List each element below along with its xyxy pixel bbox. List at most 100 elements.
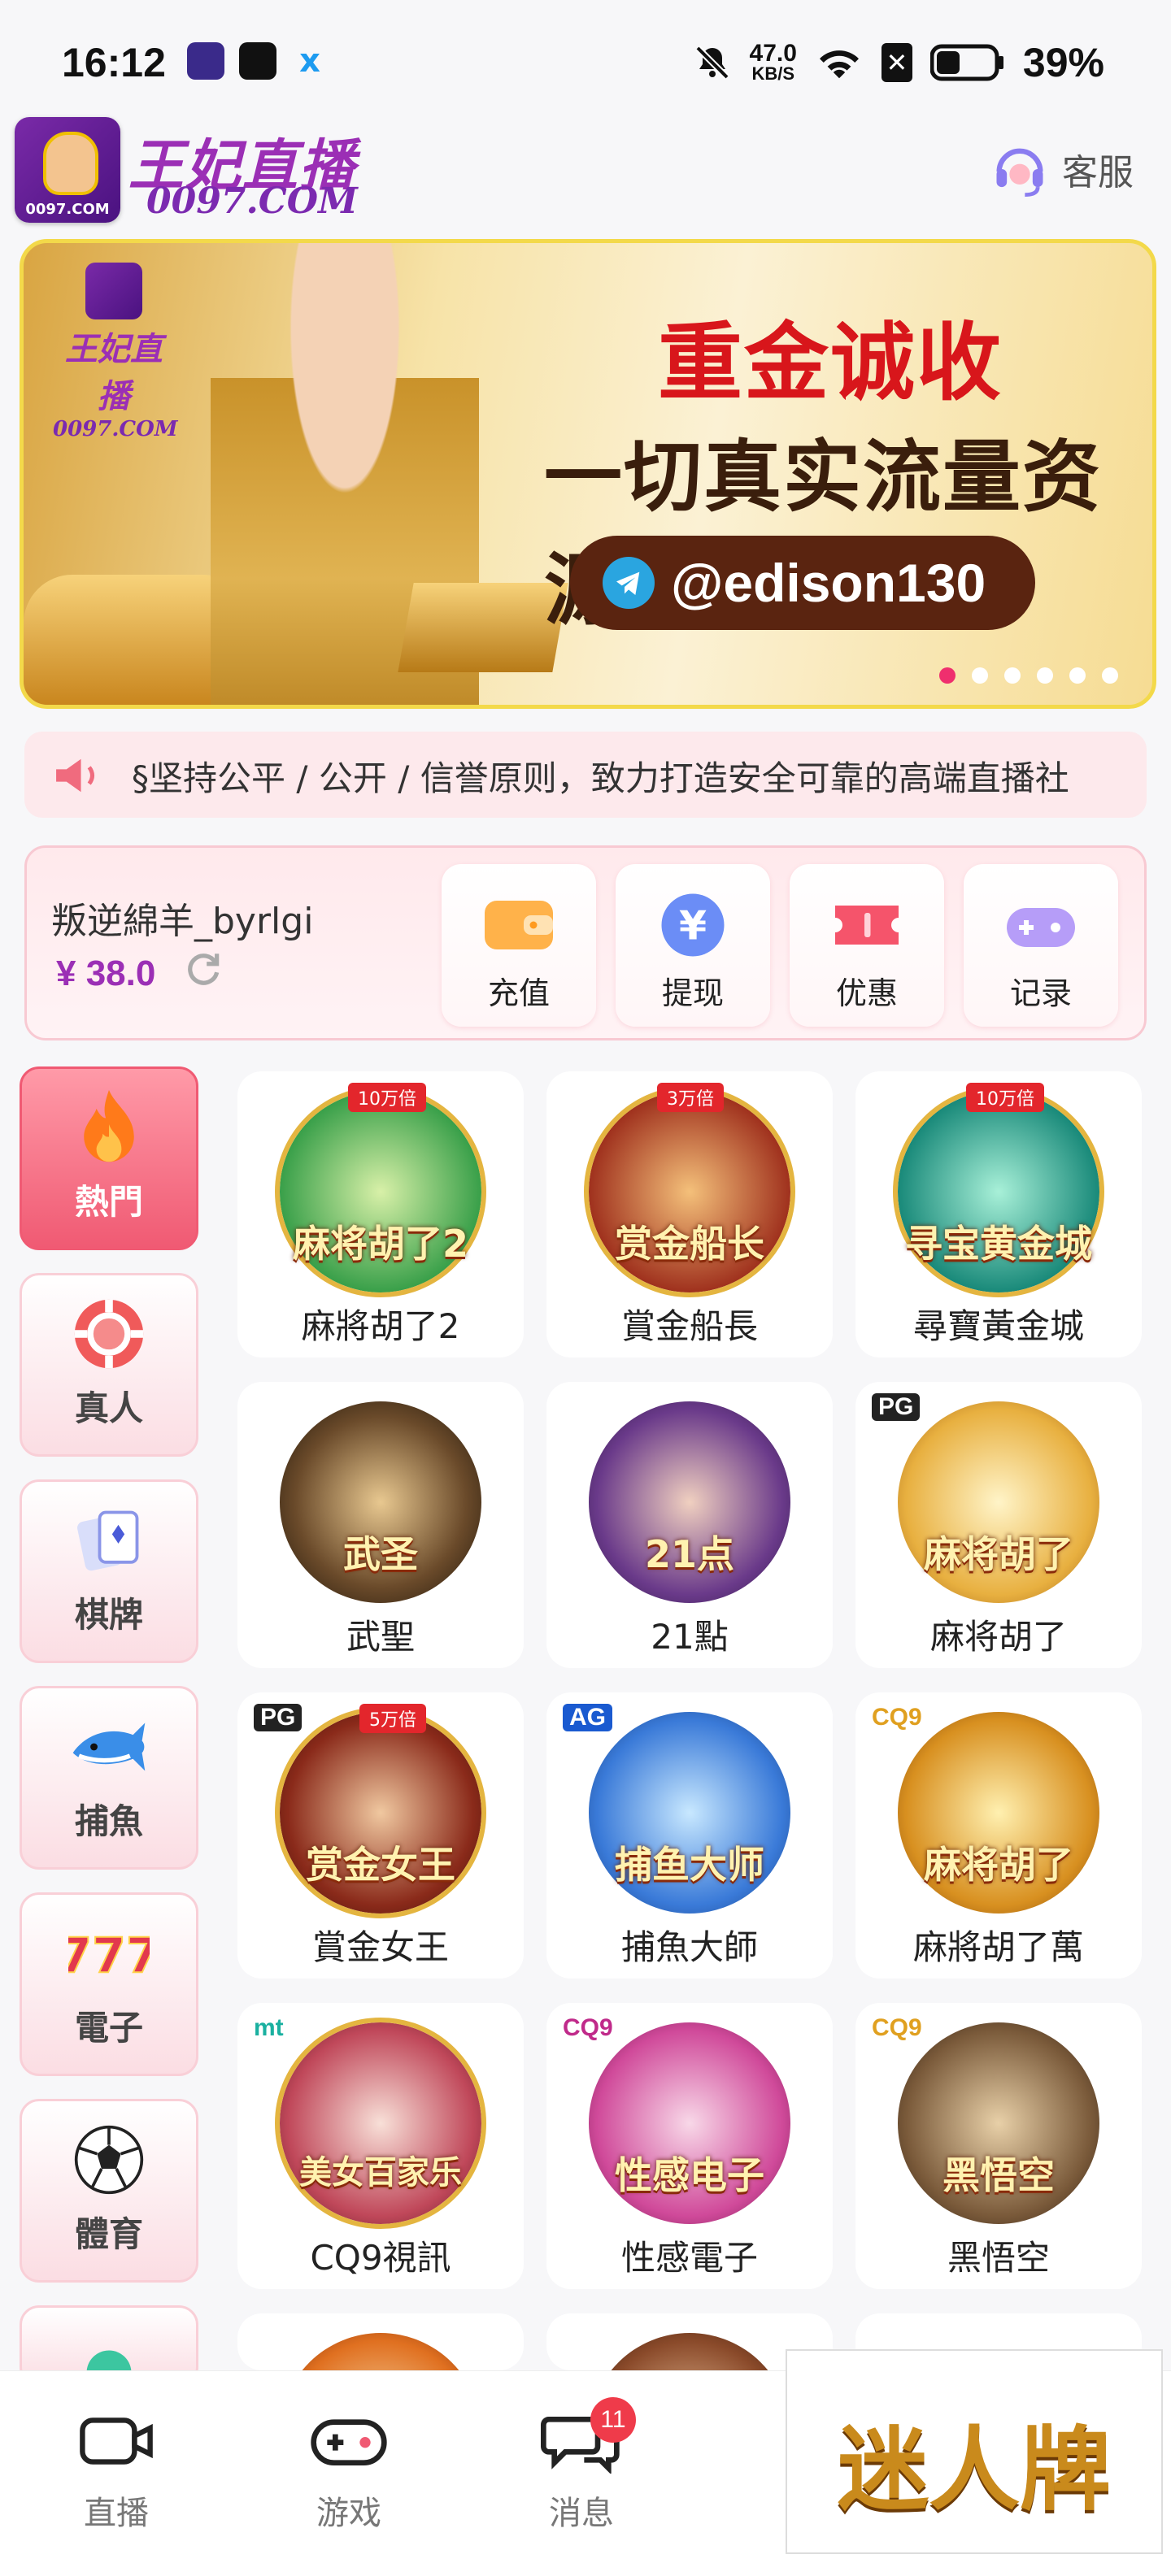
- game-art-title: 赏金船长: [615, 1222, 764, 1266]
- yen-coin-icon: ¥: [661, 893, 725, 957]
- records-button[interactable]: 记录: [964, 864, 1118, 1027]
- game-tile[interactable]: CQ9 麻将胡了 麻將胡了萬: [855, 1692, 1142, 1979]
- multiplier-badge: 3万倍: [657, 1083, 724, 1112]
- account-card: 叛逆綿羊_byrlgi ¥ 38.0 充值 ¥ 提现 优惠 记录: [24, 845, 1147, 1040]
- svg-text:777: 777: [68, 1927, 150, 1982]
- game-tile[interactable]: PG 麻将胡了 麻将胡了: [855, 1382, 1142, 1668]
- network-speed: 47.0 KB/S: [749, 40, 797, 84]
- carousel-dot[interactable]: [939, 667, 956, 684]
- carousel-dot[interactable]: [1069, 667, 1086, 684]
- recharge-label: 充值: [487, 975, 550, 1011]
- category-label: 體育: [74, 2214, 143, 2254]
- app-notification-icon: [187, 42, 224, 80]
- game-art-title: 性感电子: [615, 2153, 764, 2197]
- app-header: 0097.COM 王妃直播 0097.COM 客服: [0, 114, 1171, 228]
- provider-tag: PG: [872, 1393, 921, 1421]
- promo-overlay[interactable]: 迷人牌: [786, 2349, 1163, 2554]
- x-app-icon: x: [299, 42, 320, 80]
- nav-games[interactable]: 游戏: [288, 2409, 410, 2534]
- promo-overlay-text: 迷人牌: [838, 2417, 1111, 2523]
- nav-messages[interactable]: 11 消息: [520, 2397, 642, 2534]
- game-art-title: 麻将胡了: [924, 1843, 1073, 1887]
- announcement-marquee[interactable]: §坚持公平 / 公开 / 信誉原则，致力打造安全可靠的高端直播社: [24, 732, 1147, 818]
- promotions-button[interactable]: 优惠: [790, 864, 944, 1027]
- category-label: 棋牌: [74, 1595, 143, 1635]
- status-bar: 16:12 x 47.0 KB/S ✕ 39%: [0, 0, 1171, 114]
- gamepad-icon: [1007, 908, 1075, 947]
- recharge-button[interactable]: 充值: [442, 864, 596, 1027]
- game-tile[interactable]: 3万倍 赏金船长 賞金船長: [546, 1071, 833, 1358]
- refresh-icon[interactable]: [183, 949, 224, 989]
- provider-tag: CQ9: [872, 2014, 922, 2041]
- provider-tag: AG: [563, 1704, 612, 1731]
- category-slots[interactable]: 777 電子: [20, 1892, 198, 2076]
- category-live[interactable]: 真人: [20, 1273, 198, 1457]
- provider-tag: mt: [254, 2014, 284, 2041]
- gold-bars-image: [398, 583, 568, 672]
- game-art-title: 麻将胡了: [924, 1532, 1073, 1576]
- carousel-dot[interactable]: [1102, 667, 1118, 684]
- game-tile[interactable]: AG 捕鱼大师 捕魚大師: [546, 1692, 833, 1979]
- brand-logo-icon[interactable]: 0097.COM: [15, 117, 120, 223]
- provider-tag: CQ9: [563, 2014, 613, 2041]
- telegram-icon: [603, 557, 655, 609]
- game-tile[interactable]: CQ9 黑悟空 黑悟空: [855, 2003, 1142, 2289]
- game-tile[interactable]: mt 美女百家乐 CQ9視訊: [237, 2003, 524, 2289]
- banner-logo-icon: [85, 263, 142, 319]
- game-art-title: 麻将胡了2: [292, 1222, 468, 1266]
- nav-label: 消息: [549, 2495, 614, 2532]
- game-art-title: 21点: [644, 1532, 734, 1576]
- customer-service-button[interactable]: 客服: [989, 138, 1134, 200]
- nav-label: 游戏: [316, 2495, 381, 2532]
- carousel-dot[interactable]: [1004, 667, 1021, 684]
- telegram-contact[interactable]: @edison130: [570, 536, 1035, 630]
- nav-live[interactable]: 直播: [55, 2409, 177, 2534]
- category-fishing[interactable]: 捕魚: [20, 1686, 198, 1870]
- game-name: 賞金女王: [311, 1927, 449, 1967]
- game-name: 尋寶黃金城: [912, 1306, 1084, 1346]
- game-tile[interactable]: 武圣 武聖: [237, 1382, 524, 1668]
- game-tile[interactable]: [237, 2313, 524, 2370]
- camera-icon: [80, 2417, 153, 2465]
- soccer-ball-icon: [74, 2125, 144, 2195]
- close-notification-icon: ✕: [881, 43, 912, 82]
- carousel-dots[interactable]: [939, 667, 1118, 684]
- headset-icon: [996, 148, 1043, 198]
- game-name: 捕魚大師: [620, 1927, 758, 1967]
- category-label: 熱門: [74, 1182, 143, 1222]
- game-name: 麻將胡了萬: [912, 1927, 1084, 1967]
- category-label: 真人: [74, 1388, 143, 1428]
- game-name: 黑悟空: [947, 2238, 1050, 2278]
- game-tile[interactable]: PG 5万倍 赏金女王 賞金女王: [237, 1692, 524, 1979]
- wallet-icon: [485, 901, 553, 949]
- playing-cards-icon: [77, 1510, 139, 1571]
- category-sports[interactable]: 體育: [20, 2099, 198, 2283]
- battery-icon: [929, 44, 1003, 81]
- battery-level: 39%: [1022, 40, 1104, 85]
- category-chess-cards[interactable]: 棋牌: [20, 1479, 198, 1663]
- game-name: CQ9視訊: [310, 2238, 451, 2278]
- game-tile[interactable]: 10万倍 麻将胡了2 麻將胡了2: [237, 1071, 524, 1358]
- category-hot[interactable]: 熱門: [20, 1066, 198, 1250]
- speaker-icon: [56, 758, 95, 793]
- carousel-dot[interactable]: [972, 667, 988, 684]
- ticket-icon: [835, 906, 899, 945]
- balance: ¥ 38.0: [56, 954, 156, 993]
- game-tile[interactable]: 10万倍 寻宝黄金城 尋寶黃金城: [855, 1071, 1142, 1358]
- game-name: 賞金船長: [620, 1306, 758, 1346]
- slot-777-icon: 777: [68, 1927, 150, 1982]
- game-tile[interactable]: CQ9 性感电子 性感電子: [546, 2003, 833, 2289]
- promo-banner[interactable]: 王妃直播 0097.COM 重金诚收 一切真实流量资源 @edison130: [20, 239, 1156, 709]
- game-art-title: 赏金女王: [306, 1843, 455, 1887]
- game-tile[interactable]: 21点 21點: [546, 1382, 833, 1668]
- username: 叛逆綿羊_byrlgi: [51, 901, 314, 942]
- banner-headline: 重金诚收: [658, 313, 1003, 412]
- announcement-text: §坚持公平 / 公开 / 信誉原则，致力打造安全可靠的高端直播社: [132, 758, 1069, 798]
- withdraw-button[interactable]: ¥ 提现: [616, 864, 770, 1027]
- telegram-handle: @edison130: [671, 553, 986, 613]
- multiplier-badge: 10万倍: [348, 1083, 426, 1112]
- carousel-dot[interactable]: [1037, 667, 1053, 684]
- game-art-title: 武圣: [343, 1532, 418, 1576]
- game-art-title: 黑悟空: [942, 2153, 1055, 2197]
- game-art-title: 捕鱼大师: [615, 1843, 764, 1887]
